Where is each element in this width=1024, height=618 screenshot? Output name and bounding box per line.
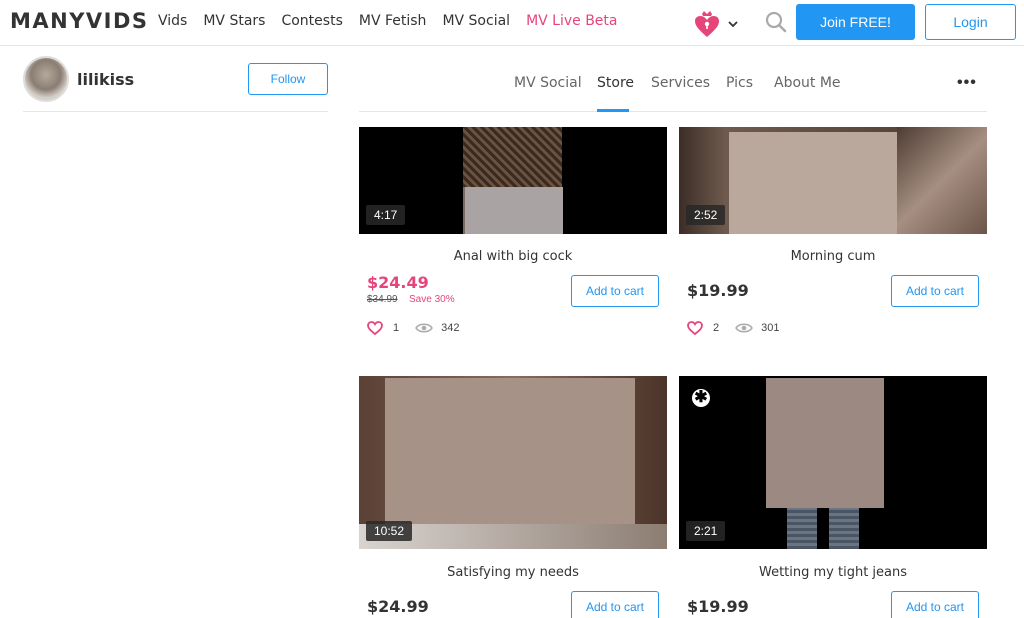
tab-about-me[interactable]: About Me: [774, 75, 841, 91]
video-card: 4:17 Anal with big cock $24.49 $34.99 Sa…: [359, 127, 667, 347]
video-card: 2:52 Morning cum $19.99 Add to cart 2 30…: [679, 127, 987, 347]
account-menu[interactable]: [694, 9, 744, 39]
video-stats: 1 342: [367, 321, 459, 335]
like-count: 1: [393, 322, 400, 334]
censor-blur: [729, 132, 897, 234]
thumbnail-image: [787, 508, 817, 549]
view-count: 301: [761, 322, 780, 334]
search-icon[interactable]: [764, 10, 788, 34]
video-thumbnail[interactable]: 10:52: [359, 376, 667, 549]
heart-icon[interactable]: [367, 321, 383, 335]
nav-mv-fetish[interactable]: MV Fetish: [359, 13, 427, 29]
video-card: ✱ 2:21 Wetting my tight jeans $19.99 Add…: [679, 376, 987, 618]
video-title[interactable]: Anal with big cock: [359, 249, 667, 264]
heart-icon[interactable]: [687, 321, 703, 335]
add-to-cart-button[interactable]: Add to cart: [891, 275, 979, 307]
video-price: $24.49: [367, 273, 429, 292]
site-logo[interactable]: MANYVIDS: [10, 9, 149, 33]
video-thumbnail[interactable]: 4:17: [359, 127, 667, 234]
login-button[interactable]: Login: [925, 4, 1016, 40]
censor-blur: [385, 378, 635, 524]
eye-icon: [415, 323, 434, 333]
video-thumbnail[interactable]: ✱ 2:21: [679, 376, 987, 549]
active-tab-indicator: [597, 109, 629, 112]
profile-tabs: MV Social Store Services Pics About Me •…: [359, 62, 987, 112]
view-count: 342: [441, 322, 460, 334]
video-title[interactable]: Satisfying my needs: [359, 565, 667, 580]
add-to-cart-button[interactable]: Add to cart: [891, 591, 979, 618]
duration-badge: 10:52: [366, 521, 413, 541]
thumbnail-image: [463, 127, 562, 187]
chevron-down-icon: [728, 21, 738, 28]
video-price: $19.99: [687, 281, 749, 300]
nav-mv-stars[interactable]: MV Stars: [203, 13, 265, 29]
video-title[interactable]: Wetting my tight jeans: [679, 565, 987, 580]
add-to-cart-button[interactable]: Add to cart: [571, 275, 659, 307]
eye-icon: [735, 323, 754, 333]
duration-badge: 2:52: [686, 205, 726, 225]
top-header: MANYVIDS Vids MV Stars Contests MV Fetis…: [0, 0, 1024, 46]
heart-lock-icon: [695, 11, 719, 37]
video-price: $24.99: [367, 597, 429, 616]
video-thumbnail[interactable]: 2:52: [679, 127, 987, 234]
duration-badge: 2:21: [686, 521, 726, 541]
video-price: $19.99: [687, 597, 749, 616]
discount-label: Save 30%: [409, 294, 455, 305]
video-title[interactable]: Morning cum: [679, 249, 987, 264]
nav-mv-live[interactable]: MV Live Beta: [526, 13, 617, 29]
thumbnail-image: [897, 127, 987, 234]
video-stats: 2 301: [687, 321, 779, 335]
join-free-button[interactable]: Join FREE!: [796, 4, 915, 40]
nav-vids[interactable]: Vids: [158, 13, 187, 29]
nav-contests[interactable]: Contests: [281, 13, 342, 29]
duration-badge: 4:17: [366, 205, 406, 225]
profile-username[interactable]: lilikiss: [77, 70, 134, 89]
tab-mv-social[interactable]: MV Social: [514, 75, 582, 91]
nav-mv-social[interactable]: MV Social: [442, 13, 510, 29]
profile-header: lilikiss Follow: [23, 56, 328, 112]
tab-pics[interactable]: Pics: [726, 75, 753, 91]
tab-services[interactable]: Services: [651, 75, 710, 91]
original-price: $34.99: [367, 294, 398, 305]
more-options-icon[interactable]: •••: [957, 74, 977, 92]
like-count: 2: [713, 322, 720, 334]
thumbnail-image: [829, 508, 859, 549]
follow-button[interactable]: Follow: [248, 63, 328, 95]
add-to-cart-button[interactable]: Add to cart: [571, 591, 659, 618]
avatar[interactable]: [23, 56, 69, 102]
main-nav: Vids MV Stars Contests MV Fetish MV Soci…: [158, 13, 618, 29]
censor-blur: [766, 378, 884, 508]
video-card: 10:52 Satisfying my needs $24.99 Add to …: [359, 376, 667, 618]
special-badge-icon: ✱: [692, 389, 710, 407]
censor-blur: [465, 187, 563, 234]
tab-store[interactable]: Store: [597, 75, 634, 91]
